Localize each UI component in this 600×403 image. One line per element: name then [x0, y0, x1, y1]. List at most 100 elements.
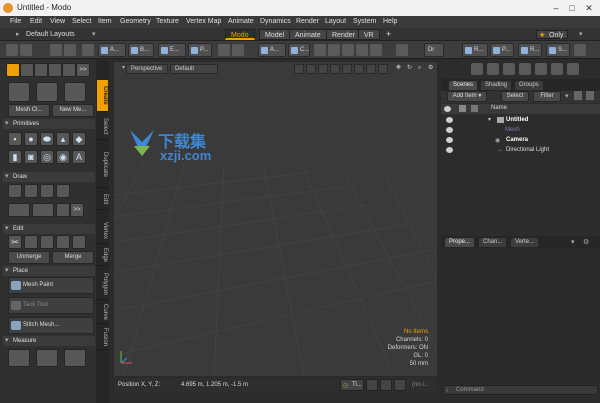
tab-scenes[interactable]: Scenes — [449, 81, 478, 90]
duplicate-icon[interactable] — [72, 235, 86, 249]
edge-mode-icon[interactable] — [64, 44, 76, 56]
section-place[interactable]: Place — [3, 266, 95, 276]
delete-icon[interactable] — [56, 235, 70, 249]
cube-icon[interactable] — [232, 44, 244, 56]
preset-icon[interactable] — [567, 63, 579, 75]
cube-group-icon[interactable] — [487, 63, 499, 75]
ruler-icon[interactable] — [8, 349, 30, 367]
add-item-button[interactable]: Add Item ▾ — [447, 91, 487, 102]
maximize-button[interactable]: □ — [564, 2, 580, 14]
command-input[interactable]: › Command — [443, 385, 598, 395]
unmerge-button[interactable]: Unmerge — [8, 251, 50, 264]
menu-texture[interactable]: Texture — [156, 18, 179, 25]
tab-polygon[interactable]: Polygon — [97, 268, 108, 300]
tab-curve[interactable]: Curve — [97, 302, 108, 324]
chevron-down-icon[interactable]: ▾ — [575, 30, 587, 39]
more-modes-button[interactable]: >> — [76, 63, 90, 77]
tab-edge[interactable]: Edge — [97, 246, 108, 266]
toolbox-mode-icon[interactable] — [6, 63, 20, 77]
cylinder-primitive-icon[interactable]: ⬬ — [40, 132, 54, 146]
select-button[interactable]: Select — [501, 91, 529, 102]
tab-vertex-maps[interactable]: Verte... — [511, 238, 539, 247]
tree-row-mesh[interactable]: Mesh — [443, 125, 599, 135]
workplane-icon[interactable] — [370, 44, 382, 56]
scale-tool-icon[interactable] — [20, 63, 34, 77]
tree-row-scene[interactable]: ▾ Untitled — [443, 115, 599, 125]
name-column-header[interactable]: Name — [491, 105, 507, 111]
sketch-draw-icon[interactable] — [56, 203, 70, 217]
menu-animate[interactable]: Animate — [228, 18, 254, 25]
filter-button[interactable]: Filter — [533, 91, 561, 102]
toolbar-button-11[interactable]: S... — [546, 43, 570, 57]
flat-shading-icon[interactable] — [294, 64, 304, 74]
vertex-display-icon[interactable] — [330, 64, 340, 74]
shadow-display-icon[interactable] — [366, 64, 376, 74]
cluster-icon[interactable] — [551, 63, 563, 75]
disc-primitive-icon[interactable]: ◉ — [56, 150, 70, 164]
menu-render[interactable]: Render — [296, 18, 319, 25]
menu-item[interactable]: Item — [98, 18, 112, 25]
minimize-button[interactable]: – — [548, 2, 564, 14]
toolbar-button-3[interactable]: E... — [158, 43, 186, 57]
tack-tool[interactable]: Tack Tool — [8, 297, 94, 314]
panel-options-icon[interactable]: ⚙ — [583, 238, 589, 246]
add-layout-button[interactable]: + — [382, 30, 395, 39]
new-mesh-button[interactable]: New Me... — [52, 104, 94, 117]
symmetry-icon[interactable] — [356, 44, 368, 56]
menu-vertex-map[interactable]: Vertex Map — [186, 18, 221, 25]
cone-primitive-icon[interactable]: ▴ — [56, 132, 70, 146]
delete-item-icon[interactable] — [574, 91, 582, 100]
wire-shading-icon[interactable] — [306, 64, 316, 74]
texture-shading-icon[interactable] — [318, 64, 328, 74]
toolbar-button-2[interactable]: B... — [128, 43, 154, 57]
eye-icon[interactable] — [446, 127, 453, 133]
toolbar-button-10[interactable]: R... — [518, 43, 542, 57]
graph-icon[interactable] — [380, 379, 392, 391]
protractor-icon[interactable] — [36, 349, 58, 367]
toolbar-options-icon[interactable] — [574, 44, 586, 56]
text-primitive-icon[interactable]: A — [72, 150, 86, 164]
menu-help[interactable]: Help — [383, 18, 397, 25]
pen-icon[interactable] — [48, 63, 62, 77]
pen-draw-icon[interactable] — [8, 184, 22, 198]
shading-dropdown[interactable]: Default — [170, 64, 218, 74]
tab-create[interactable]: Create — [97, 80, 108, 112]
toolbar-button-9[interactable]: P... — [490, 43, 514, 57]
tab-modo[interactable]: Modo — [225, 29, 255, 40]
expand-arrow-icon[interactable]: ▾ — [571, 238, 575, 246]
magnet-icon[interactable] — [342, 44, 354, 56]
paste-icon[interactable] — [40, 235, 54, 249]
tab-select[interactable]: Select — [97, 114, 108, 140]
lock-icon[interactable] — [314, 44, 326, 56]
item-list-icon[interactable] — [471, 63, 483, 75]
eye-icon[interactable] — [446, 117, 453, 123]
reflection-display-icon[interactable] — [378, 64, 388, 74]
cube-primitive-icon[interactable]: ▪ — [8, 132, 22, 146]
tab-fusion[interactable]: Fusion — [97, 326, 108, 350]
command-history-input[interactable]: (no i... — [412, 382, 429, 388]
grid-icon[interactable] — [6, 44, 18, 56]
chevron-down-icon[interactable]: ▾ — [565, 92, 569, 100]
toolbar-button-5[interactable]: A... — [258, 43, 286, 57]
bezier-draw-icon[interactable] — [32, 203, 54, 217]
tab-properties[interactable]: Prope... — [445, 238, 475, 247]
view-type-dropdown[interactable]: Perspective — [126, 64, 168, 74]
flag-icon[interactable] — [34, 63, 48, 77]
tree-row-camera[interactable]: ◉ Camera — [443, 135, 599, 145]
lighting-display-icon[interactable] — [354, 64, 364, 74]
section-edit[interactable]: Edit — [3, 224, 95, 234]
only-toggle[interactable]: ★ Only — [536, 30, 569, 39]
layout-icon[interactable] — [20, 44, 32, 56]
arrows-tool-icon[interactable] — [36, 82, 58, 102]
merge-button[interactable]: Merge — [52, 251, 94, 264]
curve-draw-icon[interactable] — [56, 184, 70, 198]
tube-primitive-icon[interactable]: ◙ — [24, 150, 38, 164]
tree-row-light[interactable]: → Directional Light — [443, 145, 599, 155]
mixer-icon[interactable] — [394, 379, 406, 391]
menu-geometry[interactable]: Geometry — [120, 18, 151, 25]
toolbar-button-7[interactable]: Dr — [424, 43, 444, 57]
bump-display-icon[interactable] — [342, 64, 352, 74]
tab-duplicate[interactable]: Duplicate — [97, 142, 108, 188]
toolbar-button-1[interactable]: A... — [98, 43, 126, 57]
toolbar-button-8[interactable]: R... — [462, 43, 488, 57]
